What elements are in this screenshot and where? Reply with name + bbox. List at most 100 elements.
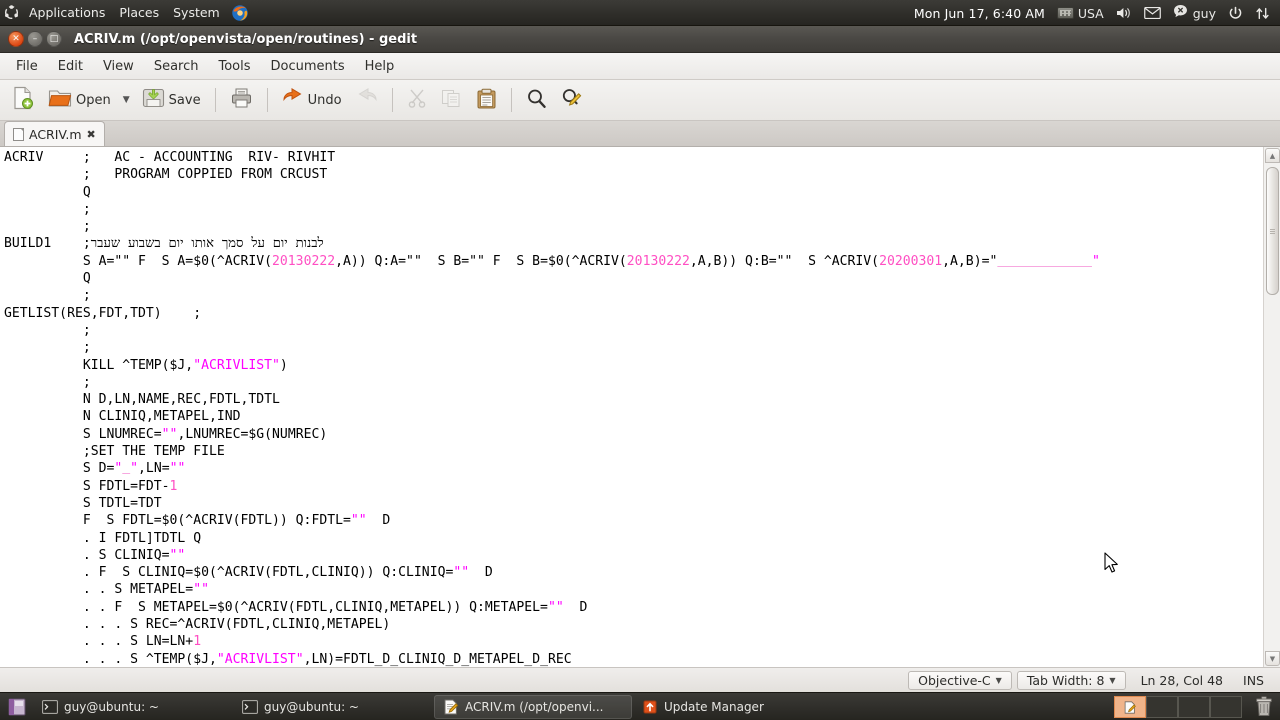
open-button[interactable]: Open	[42, 83, 117, 117]
code-line: ;	[4, 287, 1263, 304]
tab-close-icon[interactable]: ✖	[87, 128, 96, 141]
workspace-1[interactable]	[1114, 696, 1146, 718]
new-document-button[interactable]	[6, 83, 40, 117]
code-token: ,LN)=FDTL_D_CLINIQ_D_METAPEL_D_REC	[303, 651, 572, 667]
menu-view[interactable]: View	[93, 53, 144, 80]
keyboard-layout-indicator[interactable]: USA	[1051, 0, 1110, 26]
window-title: ACRIV.m (/opt/openvista/open/routines) -…	[74, 31, 418, 47]
power-icon[interactable]	[1222, 0, 1249, 26]
language-selector[interactable]: Objective-C ▼	[908, 670, 1012, 690]
save-button[interactable]: Save	[136, 83, 207, 117]
places-menu[interactable]: Places	[112, 0, 166, 26]
vertical-scrollbar[interactable]: ▲ ▼	[1263, 147, 1280, 667]
taskbar-terminal-2[interactable]: guy@ubuntu: ~	[234, 695, 432, 719]
show-desktop-icon[interactable]	[4, 695, 30, 719]
code-token-heb: לבנות יום על סמך אותו יום בשבוע שעבר	[90, 236, 324, 252]
gedit-window: ✕ – □ ACRIV.m (/opt/openvista/open/routi…	[0, 26, 1280, 692]
menu-tools[interactable]: Tools	[208, 53, 260, 80]
workspace-2[interactable]	[1146, 696, 1178, 718]
keyboard-indicator-icon	[1056, 7, 1074, 19]
trash-icon[interactable]	[1254, 696, 1276, 718]
code-token: GETLIST(RES,FDT,TDT) ;	[4, 305, 202, 321]
top-panel-left: Applications Places System	[0, 0, 253, 26]
code-line: N CLINIQ,METAPEL,IND	[4, 408, 1263, 425]
tab-width-selector[interactable]: Tab Width: 8 ▼	[1016, 670, 1126, 690]
code-token: F S FDTL=$0(^ACRIV(FDTL)) Q:FDTL=	[4, 513, 351, 529]
undo-arrow-icon	[282, 88, 304, 112]
scrollbar-thumb[interactable]	[1266, 167, 1279, 295]
taskbar-terminal-1[interactable]: guy@ubuntu: ~	[34, 695, 232, 719]
document-icon	[13, 127, 24, 141]
network-updown-icon[interactable]	[1249, 0, 1276, 26]
replace-button[interactable]	[555, 83, 589, 117]
menu-file[interactable]: File	[6, 53, 48, 80]
code-line: S A="" F S A=$0(^ACRIV(20130222,A)) Q:A=…	[4, 253, 1263, 270]
task-label: guy@ubuntu: ~	[264, 699, 359, 714]
find-button[interactable]	[520, 83, 553, 117]
code-token: S TDTL=TDT	[4, 495, 162, 511]
code-token-str: ""	[193, 582, 209, 598]
insert-mode-indicator[interactable]: INS	[1233, 671, 1274, 690]
code-token: S D=	[4, 461, 115, 477]
firefox-icon[interactable]	[227, 0, 253, 26]
terminal-icon	[42, 699, 58, 715]
minimize-icon[interactable]: –	[27, 31, 43, 47]
paste-button[interactable]	[470, 83, 503, 117]
scroll-up-arrow-icon[interactable]: ▲	[1265, 148, 1280, 163]
chevron-down-icon[interactable]: ▼	[119, 95, 134, 105]
code-token: ;	[4, 201, 91, 217]
redo-button	[350, 83, 384, 117]
code-line: Q	[4, 270, 1263, 287]
tab-acriv-m[interactable]: ACRIV.m ✖	[4, 121, 105, 146]
print-icon	[230, 87, 253, 113]
system-menu[interactable]: System	[166, 0, 227, 26]
taskbar-gedit[interactable]: ACRIV.m (/opt/openvi...	[434, 694, 632, 719]
code-line: S TDTL=TDT	[4, 495, 1263, 512]
code-line: . . . S REC=^ACRIV(FDTL,CLINIQ,METAPEL)	[4, 616, 1263, 633]
volume-icon[interactable]	[1110, 0, 1138, 26]
code-token-str: ""	[547, 599, 564, 615]
menu-search[interactable]: Search	[144, 53, 209, 80]
toolbar-separator-1	[214, 88, 216, 112]
menu-edit[interactable]: Edit	[48, 53, 93, 80]
scroll-down-arrow-icon[interactable]: ▼	[1265, 651, 1280, 666]
print-button[interactable]	[224, 83, 259, 117]
code-line: ;	[4, 218, 1263, 235]
maximize-icon[interactable]: □	[46, 31, 62, 47]
workspace-switcher[interactable]	[1114, 695, 1242, 719]
language-label: Objective-C	[918, 672, 991, 688]
tab-width-label: Tab Width: 8	[1026, 672, 1105, 688]
menu-documents[interactable]: Documents	[261, 53, 355, 80]
code-token: BUILD1 ;	[4, 236, 91, 252]
close-icon[interactable]: ✕	[8, 31, 24, 47]
mail-envelope-icon[interactable]	[1138, 0, 1167, 26]
code-line: . F S CLINIQ=$0(^ACRIV(FDTL,CLINIQ)) Q:C…	[4, 564, 1263, 581]
code-token: ,LNUMREC=$G(NUMREC)	[177, 426, 328, 442]
code-line: ;	[4, 374, 1263, 391]
code-token: . I FDTL]TDTL Q	[4, 530, 202, 546]
code-token: N CLINIQ,METAPEL,IND	[4, 409, 241, 425]
taskbar-update-manager[interactable]: Update Manager	[634, 695, 832, 719]
toolbar: Open ▼ Save Undo	[0, 80, 1280, 121]
ubuntu-logo-icon[interactable]	[0, 0, 22, 26]
workspace-3[interactable]	[1178, 696, 1210, 718]
code-token: Q	[4, 184, 91, 200]
menu-help[interactable]: Help	[355, 53, 405, 80]
workspace-4[interactable]	[1210, 696, 1242, 718]
code-line: ;SET THE TEMP FILE	[4, 443, 1263, 460]
cursor-position: Ln 28, Col 48	[1140, 672, 1224, 688]
user-menu[interactable]: guy	[1167, 0, 1222, 26]
paste-clipboard-icon	[476, 88, 497, 113]
source-code-view[interactable]: ACRIV ; AC - ACCOUNTING RIV- RIVHIT ; PR…	[0, 147, 1263, 667]
undo-button[interactable]: Undo	[276, 83, 348, 117]
applications-menu[interactable]: Applications	[22, 0, 112, 26]
code-token-num: 1	[193, 634, 202, 650]
open-label: Open	[76, 92, 111, 108]
menubar: File Edit View Search Tools Documents He…	[0, 53, 1280, 80]
code-token: ACRIV ; AC - ACCOUNTING RIV- RIVHIT	[4, 150, 336, 165]
clock[interactable]: Mon Jun 17, 6:40 AM	[908, 0, 1051, 26]
code-token: ;	[4, 322, 91, 338]
code-token: N D,LN,NAME,REC,FDTL,TDTL	[4, 392, 280, 408]
keyboard-layout-label: USA	[1077, 5, 1104, 21]
bottom-taskbar: guy@ubuntu: ~ guy@ubuntu: ~ ACRIV.m (/op…	[0, 692, 1280, 720]
